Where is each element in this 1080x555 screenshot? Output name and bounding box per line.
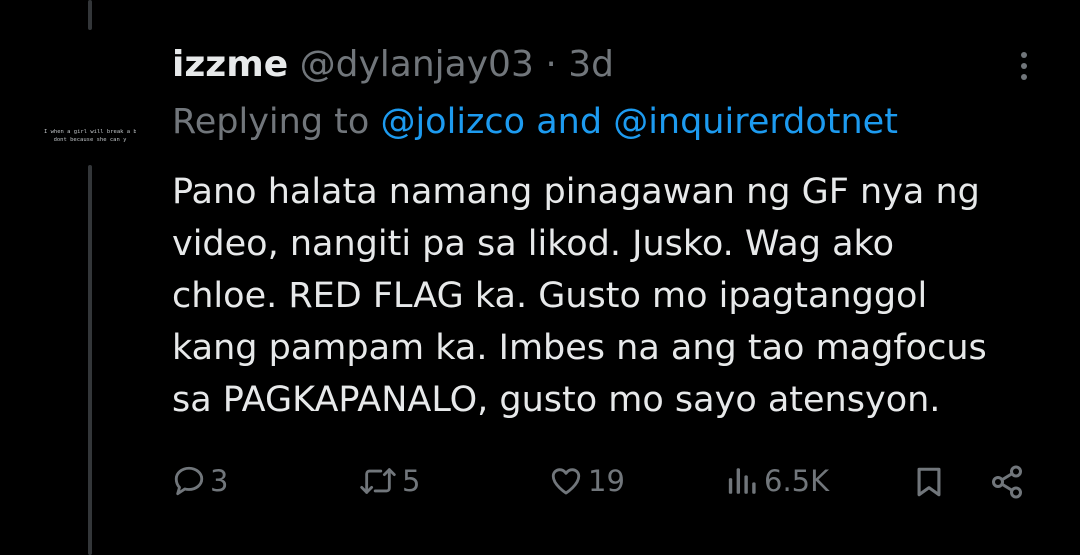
replying-to-label: Replying to: [172, 102, 381, 142]
reply-button[interactable]: 3: [172, 464, 228, 498]
bar-chart-icon: [728, 468, 756, 494]
share-nodes-icon: [992, 465, 1022, 499]
retweet-button[interactable]: 5: [358, 464, 420, 498]
bookmark-button[interactable]: [912, 464, 946, 500]
replying-and: and: [525, 102, 614, 142]
avatar[interactable]: I when a girl will break a boy dont beca…: [44, 128, 136, 154]
tweet-header: izzme @dylanjay03 · 3d: [172, 44, 614, 85]
mention-inquirerdotnet[interactable]: @inquirerdotnet: [613, 102, 898, 142]
share-button[interactable]: [988, 464, 1026, 500]
more-options-icon[interactable]: [1010, 52, 1038, 88]
tweet-actions: 3 5 19 6.5K: [0, 456, 1080, 508]
replying-to: Replying to @jolizco and @inquirerdotnet: [172, 102, 898, 142]
separator-dot: ·: [545, 44, 557, 85]
thread-line-top: [88, 0, 92, 30]
retweet-arrows-icon: [360, 468, 396, 494]
like-count: 19: [588, 464, 625, 498]
speech-bubble-icon: [174, 466, 204, 496]
views-button[interactable]: 6.5K: [726, 464, 829, 498]
view-count: 6.5K: [764, 464, 830, 498]
tweet-text: Pano halata namang pinagawan ng GF nya n…: [172, 172, 987, 420]
user-handle[interactable]: @dylanjay03: [300, 44, 534, 85]
heart-icon: [551, 468, 581, 495]
like-button[interactable]: 19: [548, 464, 625, 498]
mention-jolizco[interactable]: @jolizco: [380, 102, 525, 142]
bookmark-icon: [917, 467, 941, 497]
retweet-count: 5: [402, 464, 421, 498]
reply-count: 3: [210, 464, 229, 498]
display-name[interactable]: izzme: [172, 44, 288, 85]
timestamp[interactable]: 3d: [568, 44, 614, 85]
